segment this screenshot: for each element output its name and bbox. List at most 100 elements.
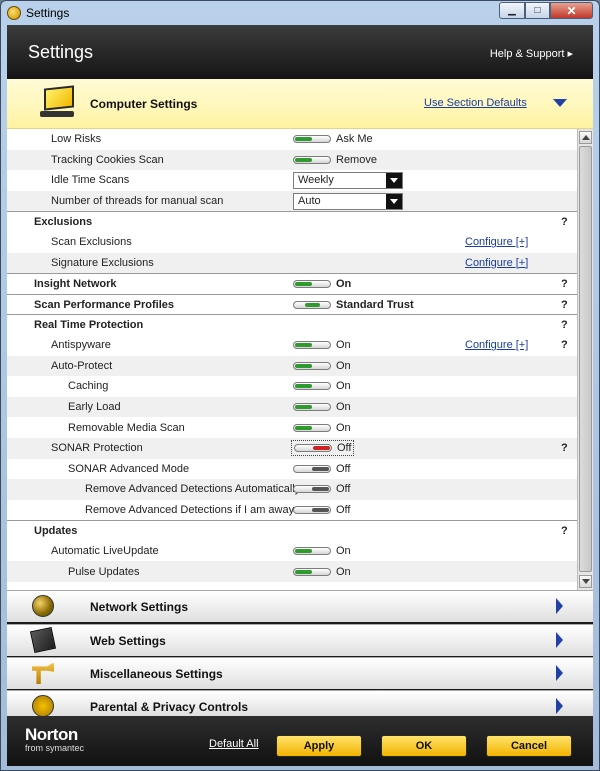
toggle-switch[interactable]: On [293,422,351,434]
toggle-slider-icon[interactable] [293,485,331,494]
help-question-icon[interactable]: ? [561,216,568,228]
toggle-slider-icon[interactable] [293,423,331,432]
scrollbar-thumb[interactable] [579,146,592,572]
setting-row-sonar-advanced-mode[interactable]: SONAR Advanced Mode Off [7,459,577,480]
setting-row-early-load[interactable]: Early Load On [7,396,577,418]
setting-row-pulse-updates[interactable]: Pulse Updates On [7,561,577,583]
minimize-button[interactable]: ▁ [499,2,525,19]
toggle-slider-icon[interactable] [293,403,331,412]
setting-label: Scan Performance Profiles [34,298,175,311]
group-row-exclusions[interactable]: Exclusions? [7,211,577,232]
dropdown-arrow-icon[interactable] [386,193,402,209]
toggle-slider-icon[interactable] [293,300,331,309]
setting-row-number-of-threads-for-manual-scan[interactable]: Number of threads for manual scan Auto [7,190,577,212]
configure-link[interactable]: Configure [+] [465,339,528,351]
toggle-slider-icon[interactable] [293,361,331,370]
configure-link[interactable]: Configure [+] [465,236,528,248]
footer-bar: Norton from symantec Default All Apply O… [7,716,593,766]
help-question-icon[interactable]: ? [561,442,568,454]
toggle-slider-icon[interactable] [293,341,331,350]
setting-row-scan-exclusions[interactable]: Scan Exclusions Configure [+] [7,232,577,253]
logo-subtext: from symantec [25,743,85,753]
expand-arrow-icon[interactable] [556,598,563,614]
vertical-scrollbar[interactable] [577,129,593,590]
configure-link[interactable]: Configure [+] [465,257,528,269]
toggle-switch[interactable]: On [293,566,351,578]
apply-button[interactable]: Apply [276,735,362,757]
help-question-icon[interactable]: ? [561,299,568,311]
computer-settings-header[interactable]: Computer Settings Use Section Defaults [7,79,593,129]
settings-frame: Settings Help & Support ▸ Computer Setti… [7,25,593,766]
toggle-slider-icon[interactable] [293,464,331,473]
category-network-settings[interactable]: Network Settings [7,590,593,622]
group-row-insight-network[interactable]: Insight Network On? [7,273,577,294]
dropdown-select[interactable]: Auto [293,192,403,210]
setting-row-caching[interactable]: Caching On [7,376,577,397]
cancel-button[interactable]: Cancel [486,735,572,757]
setting-row-low-risks[interactable]: Low Risks Ask Me [7,129,577,150]
close-button[interactable]: ✕ [550,2,593,19]
toggle-slider-icon[interactable] [293,547,331,556]
collapse-arrow-icon[interactable] [553,99,567,107]
setting-label: Removable Media Scan [68,421,185,434]
toggle-slider-icon[interactable] [293,135,331,144]
toggle-value: On [336,277,352,290]
toggle-switch[interactable]: On [293,339,351,351]
expand-arrow-icon[interactable] [556,665,563,681]
toggle-slider-icon[interactable] [293,155,331,164]
toggle-switch[interactable]: Off [293,463,350,475]
scroll-up-arrow-icon[interactable] [579,131,592,144]
setting-row-auto-protect[interactable]: Auto-Protect On [7,355,577,377]
dropdown-arrow-icon[interactable] [386,172,402,188]
toggle-switch[interactable]: On [293,401,351,413]
help-question-icon[interactable]: ? [561,319,568,331]
toggle-switch[interactable]: Remove [293,154,377,166]
toggle-slider-icon[interactable] [294,444,332,453]
expand-arrow-icon[interactable] [556,698,563,714]
toggle-switch[interactable]: Off [293,483,350,495]
toggle-switch[interactable]: On [293,545,351,557]
use-section-defaults-link[interactable]: Use Section Defaults [424,97,527,109]
toggle-value: Off [336,483,351,496]
category-parental-privacy-controls[interactable]: Parental & Privacy Controls [7,690,593,717]
toggle-slider-icon[interactable] [293,505,331,514]
ok-button[interactable]: OK [381,735,467,757]
group-row-scan-performance-profiles[interactable]: Scan Performance Profiles Standard Trust? [7,293,577,315]
setting-label: Caching [68,380,109,393]
setting-row-idle-time-scans[interactable]: Idle Time Scans Weekly [7,170,577,191]
setting-row-tracking-cookies-scan[interactable]: Tracking Cookies Scan Remove [7,149,577,171]
toggle-switch[interactable]: Off [291,440,355,457]
dropdown-select[interactable]: Weekly [293,171,403,189]
category-web-settings[interactable]: Web Settings [7,624,593,656]
title-bar[interactable]: Settings ▁ □ ✕ [1,1,599,25]
toggle-switch[interactable]: Off [293,504,350,516]
category-miscellaneous-settings[interactable]: Miscellaneous Settings [7,657,593,689]
toggle-slider-icon[interactable] [293,279,331,288]
help-question-icon[interactable]: ? [561,278,568,290]
group-row-updates[interactable]: Updates? [7,520,577,541]
default-all-link[interactable]: Default All [209,738,259,750]
setting-row-signature-exclusions[interactable]: Signature Exclusions Configure [+] [7,252,577,274]
category-label: Network Settings [90,600,189,614]
setting-row-automatic-liveupdate[interactable]: Automatic LiveUpdate On [7,541,577,562]
toggle-switch[interactable]: Ask Me [293,133,373,145]
help-question-icon[interactable]: ? [561,525,568,537]
help-question-icon[interactable]: ? [561,339,568,351]
toggle-switch[interactable]: On [293,360,351,372]
toggle-slider-icon[interactable] [293,567,331,576]
maximize-button[interactable]: □ [525,2,550,19]
toggle-switch[interactable]: On [293,278,351,290]
setting-row-remove-advanced-detections-if-i-am-away[interactable]: Remove Advanced Detections if I am away O… [7,500,577,521]
group-row-real-time-protection[interactable]: Real Time Protection? [7,314,577,335]
setting-row-antispyware[interactable]: Antispyware On Configure [+]? [7,335,577,356]
expand-arrow-icon[interactable] [556,632,563,648]
toggle-switch[interactable]: Standard Trust [293,299,414,311]
toggle-switch[interactable]: On [293,380,351,392]
setting-row-removable-media-scan[interactable]: Removable Media Scan On [7,417,577,438]
setting-row-sonar-protection[interactable]: SONAR Protection Off? [7,437,577,459]
help-support-link[interactable]: Help & Support ▸ [490,47,573,60]
toggle-slider-icon[interactable] [293,382,331,391]
scroll-down-arrow-icon[interactable] [579,575,592,588]
setting-row-remove-advanced-detections-automatically[interactable]: Remove Advanced Detections Automatically… [7,479,577,500]
toggle-value: Standard Trust [336,298,414,311]
